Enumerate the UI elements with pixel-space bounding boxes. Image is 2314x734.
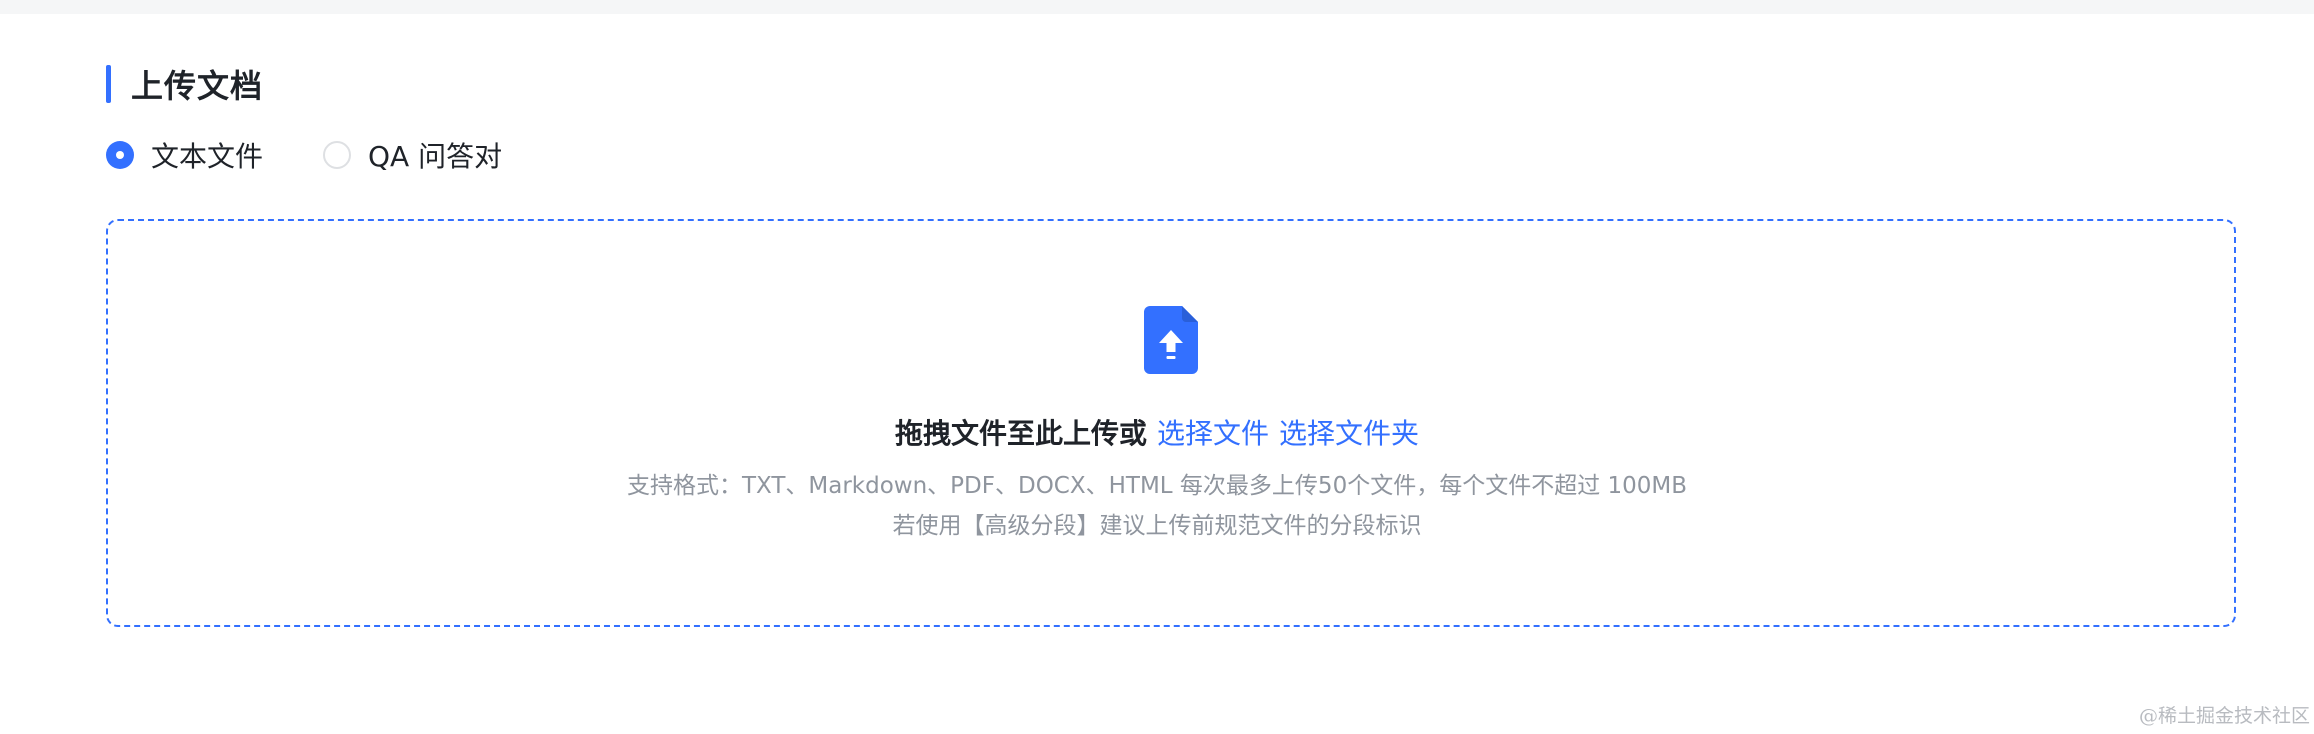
radio-qa-pairs-label: QA 问答对 — [368, 140, 503, 173]
segment-hint: 若使用【高级分段】建议上传前规范文件的分段标识 — [892, 513, 1422, 539]
top-strip — [0, 0, 2314, 14]
watermark: @稀土掘金技术社区 — [2138, 705, 2310, 727]
supported-formats-hint: 支持格式：TXT、Markdown、PDF、DOCX、HTML 每次最多上传50… — [626, 473, 1688, 499]
dropzone-prompt-line: 拖拽文件至此上传或 选择文件 选择文件夹 — [0, 412, 2314, 456]
document-type-radio-group: 文本文件 QA 问答对 — [106, 137, 502, 173]
radio-text-file[interactable]: 文本文件 — [106, 135, 263, 175]
section-header: 上传文档 — [106, 64, 264, 105]
radio-qa-pairs[interactable]: QA 问答对 — [323, 135, 502, 175]
page-title: 上传文档 — [131, 67, 264, 105]
select-folder-link[interactable]: 选择文件夹 — [1279, 417, 1419, 450]
radio-text-file-label: 文本文件 — [151, 140, 264, 173]
select-file-link[interactable]: 选择文件 — [1157, 417, 1269, 450]
dropzone-prompt: 拖拽文件至此上传或 — [894, 417, 1147, 450]
file-upload-icon — [1144, 306, 1198, 374]
radio-checked-icon[interactable] — [106, 141, 134, 169]
title-accent-bar — [106, 65, 111, 103]
radio-unchecked-icon[interactable] — [323, 141, 352, 169]
